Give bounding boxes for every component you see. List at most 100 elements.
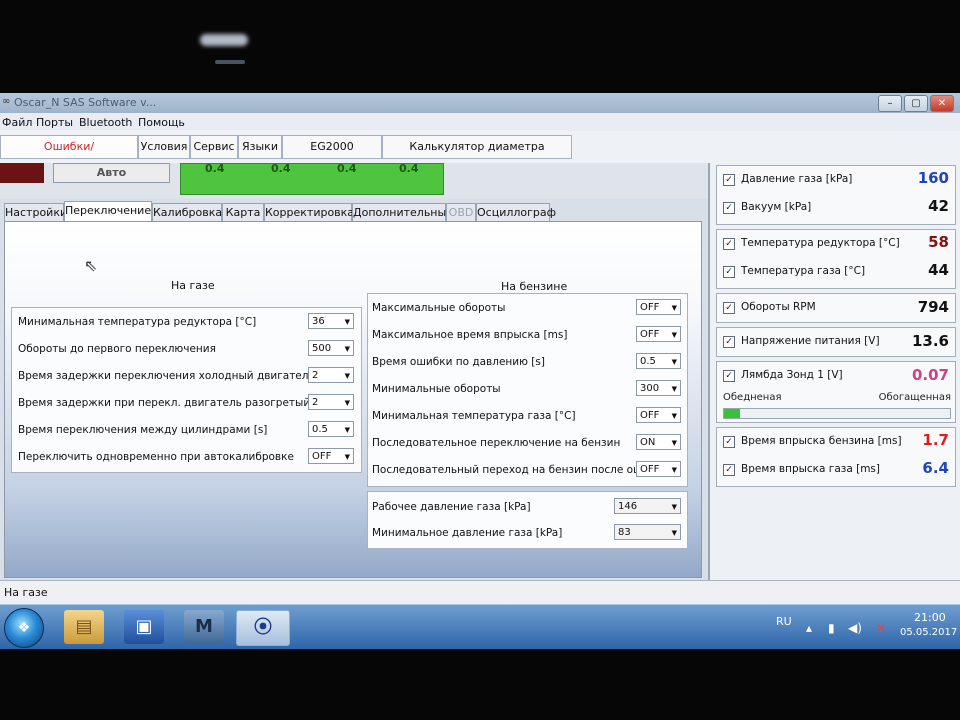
pressure-error-time-select[interactable]: 0.5 ▼ xyxy=(636,353,681,369)
tab-languages[interactable]: Языки xyxy=(238,135,282,159)
checkbox-icon[interactable]: ✓ xyxy=(723,336,735,348)
tab-eg2000-assistant[interactable]: EG2000 ассистент xyxy=(282,135,382,175)
setting-label: Максимальные обороты xyxy=(372,302,506,314)
tab-additional[interactable]: Дополнительные xyxy=(352,203,453,221)
injector-bar: 0.4 0.4 0.4 0.4 xyxy=(180,162,444,195)
rpm-reading: ✓ Обороты RPM 794 xyxy=(716,293,956,323)
switching-panel: На газе Минимальная температура редуктор… xyxy=(4,221,702,578)
lambda-rich-label: Обогащенная xyxy=(878,392,951,403)
language-indicator[interactable]: RU xyxy=(776,615,792,628)
tab-calibration[interactable]: Калибровка xyxy=(152,203,222,221)
sequential-error-switch-select[interactable]: OFF ▼ xyxy=(636,461,681,477)
tab-service[interactable]: Сервис xyxy=(190,135,238,159)
combo-value: OFF xyxy=(640,464,660,475)
volume-icon[interactable]: ◀) xyxy=(848,621,862,635)
bar-value: 0.4 xyxy=(205,162,225,175)
menu-bluetooth[interactable]: Bluetooth xyxy=(79,116,132,129)
lambda-value: 0.07 xyxy=(911,366,949,384)
tab-oscilloscope[interactable]: Осциллограф xyxy=(476,203,556,221)
reducer-temp-value: 58 xyxy=(928,233,949,251)
switch-rpm-select[interactable]: 500 ▼ xyxy=(308,340,354,356)
setting-label: Время задержки переключения холодный дви… xyxy=(18,370,332,382)
combo-value: OFF xyxy=(640,302,660,313)
autocalibration-switch-select[interactable]: OFF ▼ xyxy=(308,448,354,464)
readings-panel: ✓ Давление газа [kPa] 160 ✓ Вакуум [kPa]… xyxy=(708,163,960,580)
gas-group-title: На газе xyxy=(171,279,215,292)
lambda-lean-label: Обедненая xyxy=(723,392,782,403)
menu-ports[interactable]: Порты xyxy=(36,116,73,129)
m-app-icon[interactable]: M xyxy=(184,610,224,644)
combo-value: OFF xyxy=(640,329,660,340)
clock-date[interactable]: 05.05.2017 xyxy=(900,627,957,638)
checkbox-icon[interactable]: ✓ xyxy=(723,464,735,476)
lambda-bar-fill xyxy=(724,409,740,418)
lambda-bar xyxy=(723,408,951,419)
cold-delay-select[interactable]: 2 ▼ xyxy=(308,367,354,383)
combo-value: 36 xyxy=(312,316,325,327)
min-reducer-temp-select[interactable]: 36 ▼ xyxy=(308,313,354,329)
setting-label: Время переключения между цилиндрами [s] xyxy=(18,424,268,436)
reading-label: Температура редуктора [°C] xyxy=(741,237,900,249)
min-rpm-select[interactable]: 300 ▼ xyxy=(636,380,681,396)
menu-help[interactable]: Помощь xyxy=(138,116,185,129)
tab-correction[interactable]: Корректировка xyxy=(264,203,354,221)
checkbox-icon[interactable]: ✓ xyxy=(723,202,735,214)
checkbox-icon[interactable]: ✓ xyxy=(723,238,735,250)
setting-label: Минимальное давление газа [kPa] xyxy=(372,527,563,539)
battery-icon[interactable]: ▮ xyxy=(828,621,835,635)
lambda-reading: ✓ Лямбда Зонд 1 [V] 0.07 Обедненая Обога… xyxy=(716,361,956,423)
setting-label: Время задержки при перекл. двигатель раз… xyxy=(18,397,328,409)
tab-map[interactable]: Карта xyxy=(222,203,264,221)
screen-glare xyxy=(200,34,248,46)
chevron-down-icon: ▼ xyxy=(671,503,677,511)
rpm-value: 794 xyxy=(917,298,949,316)
cylinder-switch-time-select[interactable]: 0.5 ▼ xyxy=(308,421,354,437)
min-gas-temp-select[interactable]: OFF ▼ xyxy=(636,407,681,423)
warm-delay-select[interactable]: 2 ▼ xyxy=(308,394,354,410)
checkbox-icon[interactable]: ✓ xyxy=(723,370,735,382)
menu-file[interactable]: Файл xyxy=(2,116,32,129)
setting-label: Время ошибки по давлению [s] xyxy=(372,356,545,368)
tray-arrow-icon[interactable]: ▴ xyxy=(806,621,812,635)
app-window: ∞ Oscar_N SAS Software v... – ▢ ✕ Файл П… xyxy=(0,93,960,649)
chevron-down-icon: ▼ xyxy=(671,358,677,366)
mouse-cursor-icon: ⇖ xyxy=(84,256,98,275)
network-icon[interactable]: ✕ xyxy=(876,621,886,635)
combo-value: 83 xyxy=(618,527,631,538)
tab-injector-calculator[interactable]: Калькулятор диаметра инжекторов xyxy=(382,135,572,175)
working-gas-pressure-select[interactable]: 146 ▼ xyxy=(614,498,681,514)
min-gas-pressure-select[interactable]: 83 ▼ xyxy=(614,524,681,540)
clock-time[interactable]: 21:00 xyxy=(914,611,946,624)
max-injection-time-select[interactable]: OFF ▼ xyxy=(636,326,681,342)
chevron-down-icon: ▼ xyxy=(344,453,350,461)
tab-switching[interactable]: Переключение xyxy=(64,201,152,222)
combo-value: 500 xyxy=(312,343,332,354)
checkbox-icon[interactable]: ✓ xyxy=(723,436,735,448)
maximize-button[interactable]: ▢ xyxy=(904,95,928,112)
tab-errors-warnings[interactable]: Ошибки/Предостережения xyxy=(0,135,138,175)
taskbar: ❖ ▤ ▣ M ⦿ RU ▴ ▮ ◀) ✕ 21:00 05.05.2017 xyxy=(0,604,960,649)
setting-label: Обороты до первого переключения xyxy=(18,343,216,355)
sequential-switch-select[interactable]: ON ▼ xyxy=(636,434,681,450)
minimize-button[interactable]: – xyxy=(878,95,902,112)
checkbox-icon[interactable]: ✓ xyxy=(723,302,735,314)
bar-value: 0.4 xyxy=(337,162,357,175)
close-button[interactable]: ✕ xyxy=(930,95,954,112)
combo-value: OFF xyxy=(640,410,660,421)
save-icon[interactable]: ▣ xyxy=(124,610,164,644)
title-bar: ∞ Oscar_N SAS Software v... – ▢ ✕ xyxy=(0,93,960,113)
petrol-settings-group: Максимальные обороты OFF ▼ Максимальное в… xyxy=(367,293,688,487)
setting-label: Минимальная температура редуктора [°C] xyxy=(18,316,257,328)
tab-conditions[interactable]: Условия xyxy=(138,135,190,159)
checkbox-icon[interactable]: ✓ xyxy=(723,174,735,186)
max-rpm-select[interactable]: OFF ▼ xyxy=(636,299,681,315)
combo-value: 0.5 xyxy=(640,356,656,367)
auto-button[interactable]: Авто xyxy=(53,163,170,183)
explorer-icon[interactable]: ▤ xyxy=(64,610,104,644)
start-button[interactable]: ❖ xyxy=(4,608,44,648)
menu-bar: Файл Порты Bluetooth Помощь xyxy=(0,113,960,132)
checkbox-icon[interactable]: ✓ xyxy=(723,266,735,278)
oscar-app-icon[interactable]: ⦿ xyxy=(236,610,290,646)
chevron-down-icon: ▼ xyxy=(671,439,677,447)
tab-settings[interactable]: Настройки xyxy=(4,203,67,221)
